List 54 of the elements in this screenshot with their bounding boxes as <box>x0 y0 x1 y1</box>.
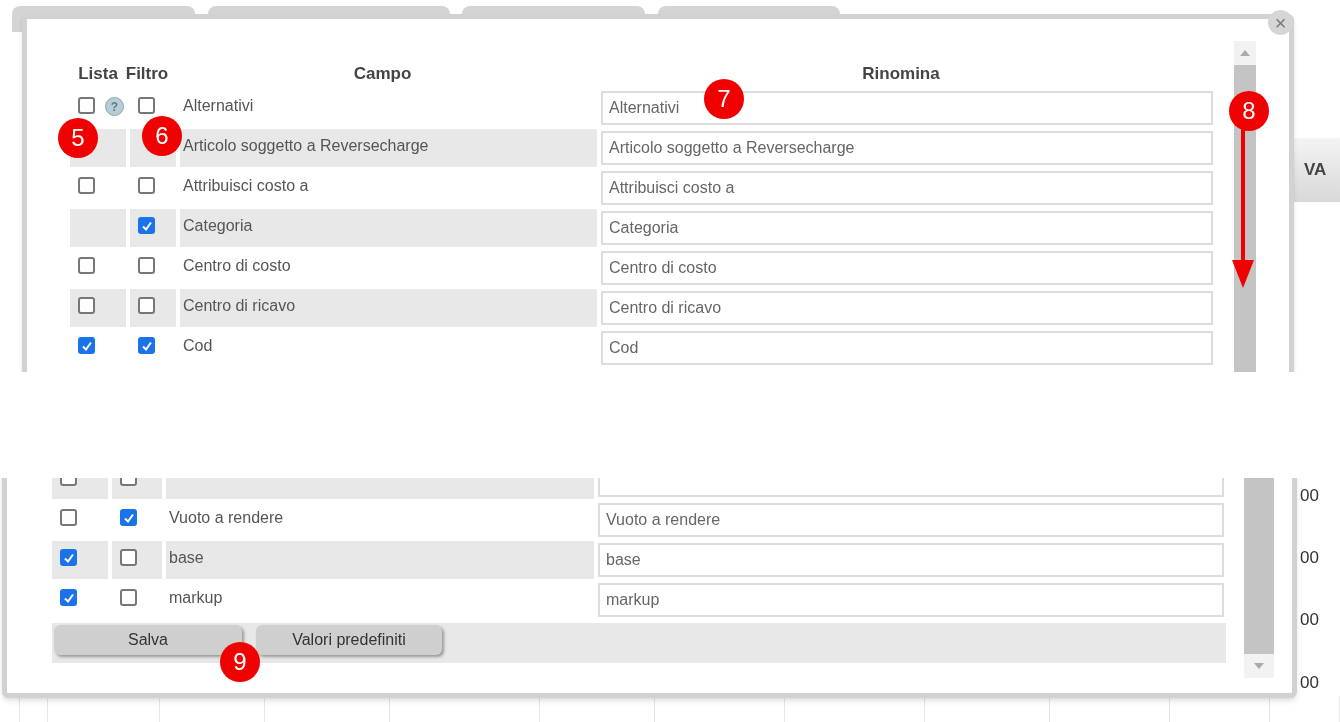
checkbox[interactable] <box>138 217 155 234</box>
defaults-button[interactable]: Valori predefiniti <box>256 625 442 655</box>
down-arrow-icon <box>1254 663 1264 669</box>
checkbox[interactable] <box>60 509 77 526</box>
checkbox[interactable] <box>78 257 95 274</box>
rename-field[interactable]: Centro di ricavo <box>601 291 1213 325</box>
check-icon <box>140 339 153 352</box>
check-icon <box>80 339 93 352</box>
checkbox[interactable] <box>60 589 77 606</box>
field-label: Attribuisci costo a <box>183 177 309 194</box>
checkbox[interactable] <box>120 589 137 606</box>
field-label: Articolo soggetto a Reversecharge <box>183 137 429 154</box>
table-cell-text: 00 <box>1300 672 1319 694</box>
rename-field[interactable]: Articolo soggetto a Reversecharge <box>601 131 1213 165</box>
checkbox[interactable] <box>78 297 95 314</box>
checkbox[interactable] <box>78 177 95 194</box>
rename-field[interactable]: markup <box>598 583 1224 617</box>
table-cell-text: 00 <box>1300 485 1319 507</box>
field-label: Centro di ricavo <box>183 297 296 314</box>
field-label: Cod <box>183 337 213 354</box>
table-cell-text: 00 <box>1300 547 1319 569</box>
checkbox[interactable] <box>138 97 155 114</box>
column-header: Lista <box>77 63 119 86</box>
field-label: Alternativi <box>183 97 254 114</box>
rename-field[interactable]: Cod <box>601 331 1213 365</box>
table-cell-text: 00 <box>1300 609 1319 631</box>
up-arrow-icon <box>1240 50 1250 56</box>
field-label: Categoria <box>183 217 253 234</box>
check-icon <box>140 219 153 232</box>
field-label: markup <box>169 589 223 606</box>
checkbox[interactable] <box>138 337 155 354</box>
check-icon <box>122 511 135 524</box>
column-header: Rinomina <box>861 63 941 86</box>
checkbox[interactable] <box>120 549 137 566</box>
rename-field[interactable]: base <box>598 543 1224 577</box>
rename-field[interactable]: Categoria <box>601 211 1213 245</box>
column-header: VA <box>1304 159 1327 182</box>
checkbox[interactable] <box>138 177 155 194</box>
field-label: base <box>169 549 204 566</box>
checkbox[interactable] <box>60 549 77 566</box>
checkbox[interactable] <box>138 297 155 314</box>
field-label: Centro di costo <box>183 257 291 274</box>
check-icon <box>62 591 75 604</box>
field-label: Vuoto a rendere <box>169 509 284 526</box>
checkbox[interactable] <box>120 509 137 526</box>
column-header: Filtro <box>124 63 170 86</box>
rename-field[interactable]: Attribuisci costo a <box>601 171 1213 205</box>
checkbox[interactable] <box>138 257 155 274</box>
checkbox[interactable] <box>78 97 95 114</box>
rename-field[interactable]: Centro di costo <box>601 251 1213 285</box>
column-header: Campo <box>352 63 413 86</box>
checkbox[interactable] <box>78 337 95 354</box>
check-icon <box>62 551 75 564</box>
rename-field[interactable]: Vuoto a rendere <box>598 503 1224 537</box>
